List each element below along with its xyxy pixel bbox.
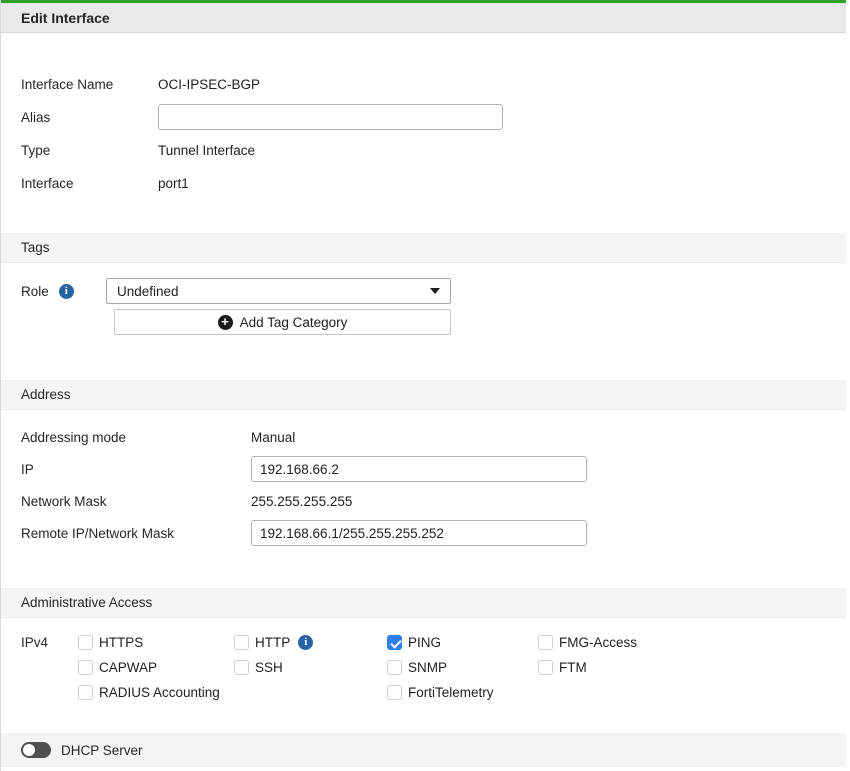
plus-circle-icon: + bbox=[218, 315, 233, 330]
ipv4-label: IPv4 bbox=[21, 630, 78, 655]
https-checkbox[interactable] bbox=[78, 635, 93, 650]
alias-input[interactable] bbox=[158, 104, 503, 130]
role-label: Role bbox=[21, 284, 49, 299]
tags-header-label: Tags bbox=[21, 240, 50, 255]
alias-row: Alias bbox=[1, 104, 846, 130]
checkbox-item-http: HTTP i bbox=[234, 630, 387, 655]
checkbox-item-capwap: CAPWAP bbox=[78, 655, 234, 680]
network-mask-label: Network Mask bbox=[21, 494, 251, 509]
radius-accounting-checkbox[interactable] bbox=[78, 685, 93, 700]
add-tag-category-button[interactable]: + Add Tag Category bbox=[114, 309, 451, 335]
remote-ip-row: Remote IP/Network Mask bbox=[1, 520, 846, 546]
http-checkbox[interactable] bbox=[234, 635, 249, 650]
interface-row: Interface port1 bbox=[1, 170, 846, 196]
page-title: Edit Interface bbox=[21, 10, 110, 26]
ftm-checkbox[interactable] bbox=[538, 660, 553, 675]
checkbox-item-snmp: SNMP bbox=[387, 655, 538, 680]
checkbox-item-https: HTTPS bbox=[78, 630, 234, 655]
ssh-checkbox[interactable] bbox=[234, 660, 249, 675]
dhcp-server-label: DHCP Server bbox=[61, 743, 143, 758]
page-title-bar: Edit Interface bbox=[1, 3, 846, 33]
interface-label: Interface bbox=[21, 176, 158, 191]
addressing-mode-label: Addressing mode bbox=[21, 430, 251, 445]
type-value: Tunnel Interface bbox=[158, 143, 255, 158]
edit-interface-panel: Edit Interface Interface Name OCI-IPSEC-… bbox=[0, 0, 846, 771]
checkbox-item-ping: PING bbox=[387, 630, 538, 655]
tags-section-header: Tags bbox=[1, 233, 846, 263]
remote-ip-input[interactable] bbox=[251, 520, 587, 546]
network-mask-row: Network Mask 255.255.255.255 bbox=[1, 490, 846, 512]
ip-label: IP bbox=[21, 462, 251, 477]
dhcp-server-section-header: DHCP Server bbox=[1, 733, 846, 767]
dhcp-server-toggle[interactable] bbox=[21, 742, 51, 758]
type-row: Type Tunnel Interface bbox=[1, 137, 846, 163]
toggle-knob-icon bbox=[23, 744, 35, 756]
interface-name-label: Interface Name bbox=[21, 77, 158, 92]
addressing-mode-value: Manual bbox=[251, 430, 295, 445]
ip-row: IP bbox=[1, 456, 846, 482]
checkbox-item-radius-accounting: RADIUS Accounting bbox=[78, 680, 234, 705]
address-section-header: Address bbox=[1, 380, 846, 410]
remote-ip-label: Remote IP/Network Mask bbox=[21, 526, 251, 541]
addressing-mode-row: Addressing mode Manual bbox=[1, 426, 846, 448]
admin-access-section-header: Administrative Access bbox=[1, 588, 846, 618]
role-info-icon[interactable]: i bbox=[59, 284, 74, 299]
ipv4-access-grid: HTTPS HTTP i PING FMG-Access CAPWA bbox=[78, 630, 637, 705]
admin-access-header-label: Administrative Access bbox=[21, 595, 152, 610]
add-tag-category-label: Add Tag Category bbox=[240, 315, 348, 330]
role-dropdown[interactable]: Undefined bbox=[106, 278, 451, 304]
address-section: Addressing mode Manual IP Network Mask 2… bbox=[1, 410, 846, 546]
alias-label: Alias bbox=[21, 110, 158, 125]
snmp-checkbox[interactable] bbox=[387, 660, 402, 675]
checkbox-item-fortitelemetry: FortiTelemetry bbox=[387, 680, 538, 705]
address-header-label: Address bbox=[21, 387, 71, 402]
network-mask-value: 255.255.255.255 bbox=[251, 494, 352, 509]
admin-access-section: IPv4 HTTPS HTTP i PING FMG-Access bbox=[1, 618, 846, 705]
interface-name-value: OCI-IPSEC-BGP bbox=[158, 77, 260, 92]
tags-section: Role i Undefined + Add Tag Category bbox=[1, 263, 846, 335]
http-info-icon[interactable]: i bbox=[298, 635, 313, 650]
checkbox-item-ssh: SSH bbox=[234, 655, 387, 680]
interface-name-row: Interface Name OCI-IPSEC-BGP bbox=[1, 71, 846, 97]
interface-value: port1 bbox=[158, 176, 189, 191]
checkbox-item-fmg-access: FMG-Access bbox=[538, 630, 637, 655]
fmg-access-checkbox[interactable] bbox=[538, 635, 553, 650]
chevron-down-icon bbox=[430, 288, 440, 294]
capwap-checkbox[interactable] bbox=[78, 660, 93, 675]
fortitelemetry-checkbox[interactable] bbox=[387, 685, 402, 700]
ip-input[interactable] bbox=[251, 456, 587, 482]
type-label: Type bbox=[21, 143, 158, 158]
general-section: Interface Name OCI-IPSEC-BGP Alias Type … bbox=[1, 33, 846, 196]
role-row: Role i Undefined bbox=[1, 278, 846, 304]
checkbox-item-ftm: FTM bbox=[538, 655, 637, 680]
ping-checkbox[interactable] bbox=[387, 635, 402, 650]
role-dropdown-value: Undefined bbox=[117, 284, 179, 299]
